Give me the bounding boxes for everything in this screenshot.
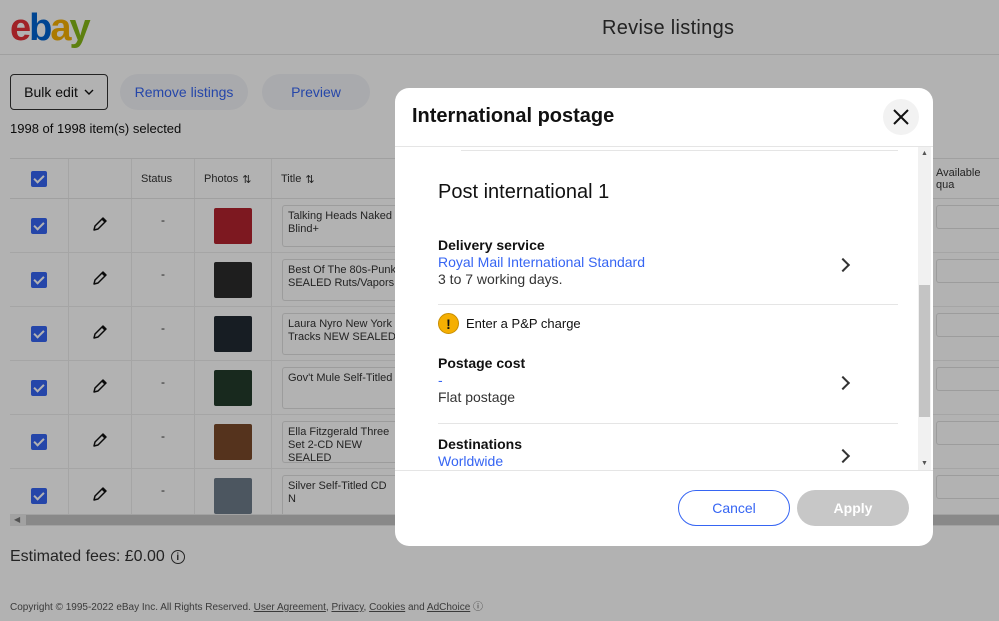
dialog-title: International postage: [412, 105, 615, 127]
revise-listings-page: ebay Revise listings Bulk edit Remove li…: [0, 0, 999, 621]
destinations-value: Worldwide: [438, 453, 504, 469]
warning-icon: !: [438, 313, 459, 334]
scroll-down-icon[interactable]: ▼: [921, 460, 928, 467]
dialog-body[interactable]: Post international 1 Delivery service Ro…: [395, 146, 933, 471]
pp-charge-warning: ! Enter a P&P charge: [438, 313, 581, 334]
close-button[interactable]: [883, 99, 919, 135]
vertical-scrollbar[interactable]: ▲ ▼: [918, 147, 931, 470]
delivery-service-note: 3 to 7 working days.: [438, 271, 563, 287]
delivery-service-label: Delivery service: [438, 237, 545, 253]
destinations-label: Destinations: [438, 436, 523, 452]
delivery-service-item[interactable]: Delivery service Royal Mail Internationa…: [438, 237, 898, 288]
apply-button[interactable]: Apply: [797, 490, 909, 526]
scrollbar-thumb[interactable]: [919, 285, 930, 417]
close-icon: [893, 109, 909, 125]
destinations-item[interactable]: Destinations Worldwide: [438, 436, 898, 470]
international-postage-dialog: International postage Post international…: [395, 88, 933, 546]
section-title: Post international 1: [438, 181, 610, 203]
delivery-service-value: Royal Mail International Standard: [438, 254, 646, 270]
cancel-button[interactable]: Cancel: [678, 490, 790, 526]
postage-cost-value: -: [438, 372, 443, 388]
postage-cost-item[interactable]: Postage cost - Flat postage: [438, 355, 898, 406]
scroll-up-icon[interactable]: ▲: [921, 150, 928, 157]
postage-cost-note: Flat postage: [438, 389, 516, 405]
postage-cost-label: Postage cost: [438, 355, 526, 371]
